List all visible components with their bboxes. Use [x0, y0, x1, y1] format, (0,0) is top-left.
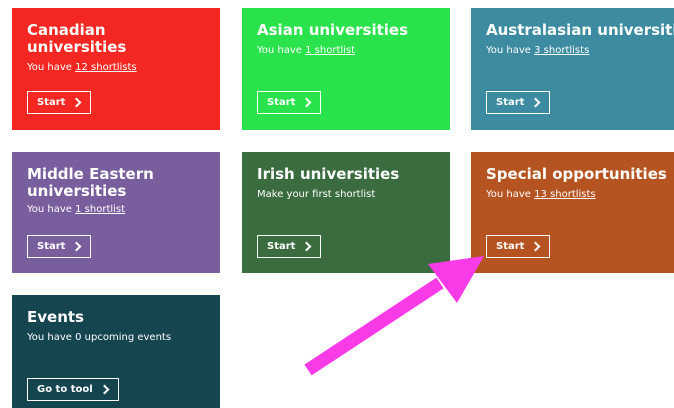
card-title: Middle Eastern universities — [27, 165, 154, 200]
card-subtitle: You have 1 shortlist — [27, 204, 126, 215]
start-button[interactable]: Start — [257, 235, 322, 258]
card-events: Events You have 0 upcoming events Go to … — [12, 295, 220, 408]
start-button[interactable]: Start — [257, 91, 322, 114]
chevron-right-icon — [99, 384, 110, 395]
chevron-right-icon — [72, 97, 82, 108]
shortlists-link[interactable]: 1 shortlist — [305, 45, 355, 56]
shortlists-link[interactable]: 1 shortlist — [75, 204, 125, 215]
card-subtitle: Make your first shortlist — [257, 189, 376, 200]
shortlists-link[interactable]: 13 shortlists — [534, 189, 596, 200]
card-subtitle: You have 3 shortlists — [486, 45, 590, 56]
card-subtitle: You have 0 upcoming events — [27, 332, 172, 343]
card-title: Events — [27, 308, 84, 326]
chevron-right-icon — [72, 241, 82, 252]
shortlists-link[interactable]: 12 shortlists — [75, 62, 137, 73]
start-button[interactable]: Start — [27, 235, 92, 258]
card-australasian-universities: Australasian universities You have 3 sho… — [471, 8, 674, 130]
card-special-opportunities: Special opportunities You have 13 shortl… — [471, 152, 674, 273]
card-asian-universities: Asian universities You have 1 shortlist … — [242, 8, 450, 130]
card-irish-universities: Irish universities Make your first short… — [242, 152, 450, 273]
card-title: Canadian universities — [27, 21, 127, 56]
chevron-right-icon — [531, 97, 541, 108]
card-subtitle: You have 12 shortlists — [27, 62, 137, 73]
card-title: Asian universities — [257, 21, 409, 39]
chevron-right-icon — [302, 241, 312, 252]
chevron-right-icon — [531, 241, 541, 252]
card-middle-eastern-universities: Middle Eastern universities You have 1 s… — [12, 152, 220, 273]
start-button[interactable]: Start — [27, 91, 92, 114]
start-button[interactable]: Start — [486, 235, 551, 258]
card-canadian-universities: Canadian universities You have 12 shortl… — [12, 8, 220, 130]
start-button[interactable]: Start — [486, 91, 551, 114]
card-subtitle: You have 13 shortlists — [486, 189, 596, 200]
card-title: Australasian universities — [486, 21, 674, 39]
chevron-right-icon — [302, 97, 312, 108]
card-subtitle: You have 1 shortlist — [257, 45, 356, 56]
card-title: Irish universities — [257, 165, 400, 183]
go-to-tool-button[interactable]: Go to tool — [27, 378, 119, 401]
card-title: Special opportunities — [486, 165, 667, 183]
shortlists-link[interactable]: 3 shortlists — [534, 45, 589, 56]
